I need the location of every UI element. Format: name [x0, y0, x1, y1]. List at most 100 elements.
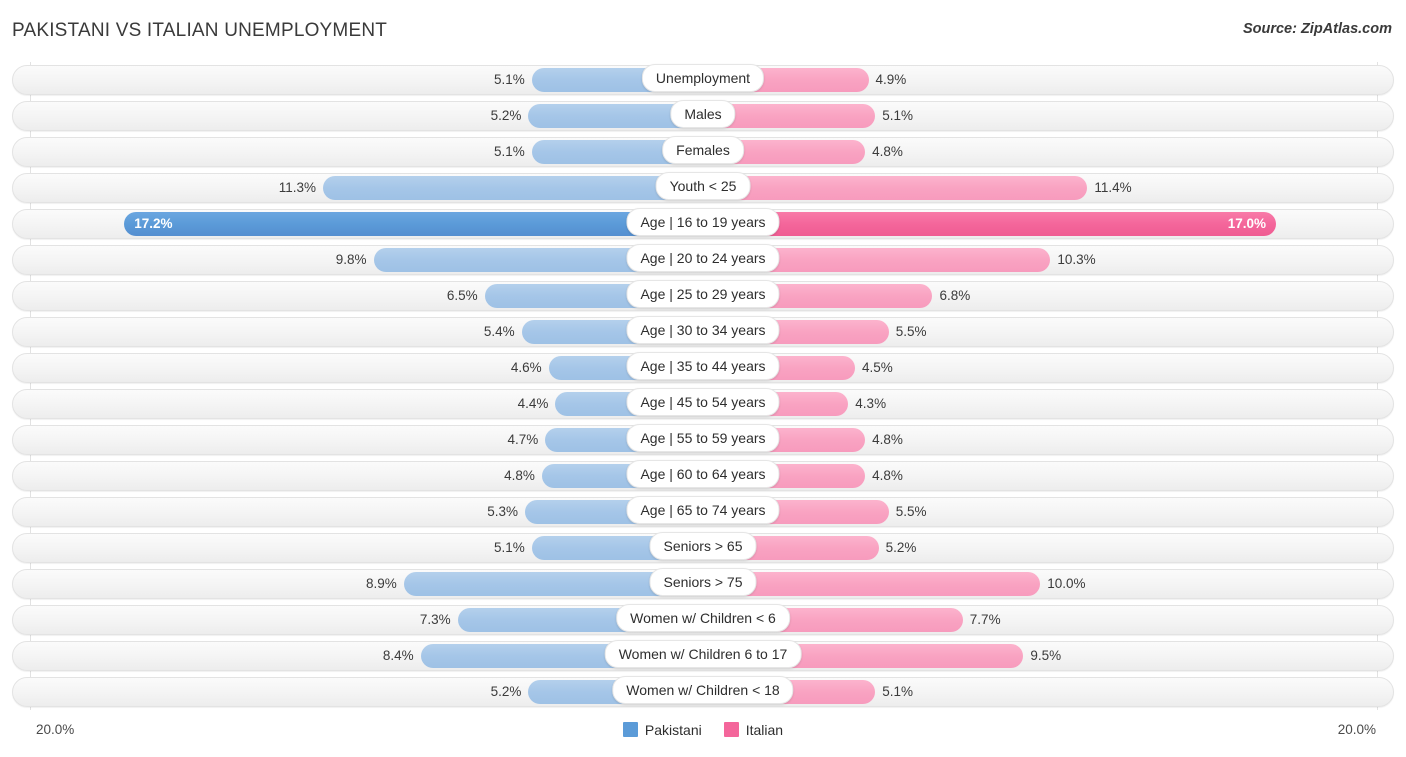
page-title: PAKISTANI VS ITALIAN UNEMPLOYMENT — [12, 20, 388, 41]
bar-row[interactable]: 5.1% 4.9% Unemployment — [0, 62, 1406, 98]
bar-row[interactable]: 5.3% 5.5% Age | 65 to 74 years — [0, 494, 1406, 530]
bar-row[interactable]: 6.5% 6.8% Age | 25 to 29 years — [0, 278, 1406, 314]
bar-value-italian: 4.8% — [872, 468, 903, 483]
legend-swatch-icon — [622, 722, 638, 737]
row-category-label: Females — [662, 136, 744, 164]
bar-half-right: 17.0% — [703, 212, 1378, 236]
bar-italian[interactable] — [703, 212, 1276, 236]
legend-label: Italian — [745, 722, 784, 738]
row-category-label: Age | 16 to 19 years — [626, 208, 780, 236]
bar-value-pakistani: 5.3% — [487, 504, 519, 519]
bar-row[interactable]: 5.1% 4.8% Females — [0, 134, 1406, 170]
row-category-label: Age | 60 to 64 years — [626, 460, 780, 488]
bar-row[interactable]: 17.2% 17.0% Age | 16 to 19 years — [0, 206, 1406, 242]
bar-value-pakistani: 4.7% — [507, 432, 539, 447]
bar-value-italian: 4.9% — [875, 72, 907, 87]
bar-value-pakistani: 11.3% — [278, 180, 316, 195]
row-category-label: Age | 55 to 59 years — [626, 424, 780, 452]
bar-row[interactable]: 5.4% 5.5% Age | 30 to 34 years — [0, 314, 1406, 350]
bar-half-right: 5.5% — [703, 500, 1378, 524]
bar-value-pakistani: 8.4% — [382, 648, 414, 663]
legend-item-italian[interactable]: Italian — [723, 722, 784, 738]
bar-pakistani[interactable] — [124, 212, 704, 236]
bar-half-right: 5.1% — [703, 104, 1378, 128]
bar-half-right: 7.7% — [703, 608, 1378, 632]
bar-value-pakistani: 8.9% — [366, 576, 397, 591]
bar-row[interactable]: 5.1% 5.2% Seniors > 65 — [0, 530, 1406, 566]
row-category-label: Age | 35 to 44 years — [626, 352, 780, 380]
bar-half-left: 4.6% — [30, 356, 704, 380]
bar-row[interactable]: 4.8% 4.8% Age | 60 to 64 years — [0, 458, 1406, 494]
bar-value-pakistani: 5.1% — [493, 144, 525, 159]
legend-label: Pakistani — [644, 722, 702, 738]
bar-half-left: 5.1% — [30, 536, 704, 560]
row-category-label: Youth < 25 — [655, 172, 751, 200]
bar-row[interactable]: 9.8% 10.3% Age | 20 to 24 years — [0, 242, 1406, 278]
bar-half-left: 9.8% — [30, 248, 704, 272]
legend-item-pakistani[interactable]: Pakistani — [622, 722, 702, 738]
bar-value-italian: 7.7% — [969, 612, 1001, 627]
bar-rows: 5.1% 4.9% Unemployment 5.2% 5.1% Males 5.1% 4.8… — [0, 62, 1406, 710]
bar-value-italian: 4.3% — [855, 396, 887, 411]
bar-value-italian: 5.5% — [895, 324, 927, 339]
bar-value-pakistani: 5.1% — [493, 540, 525, 555]
bar-half-left: 5.2% — [30, 680, 704, 704]
bar-half-left: 8.4% — [30, 644, 704, 668]
legend: Pakistani Italian — [0, 722, 1406, 738]
row-category-label: Women w/ Children 6 to 17 — [604, 640, 802, 668]
bar-half-left: 4.4% — [30, 392, 704, 416]
bar-value-pakistani: 5.2% — [490, 108, 522, 123]
bar-half-left: 5.3% — [30, 500, 704, 524]
bar-half-left: 17.2% — [30, 212, 704, 236]
bar-value-pakistani: 7.3% — [419, 612, 451, 627]
bar-half-left: 6.5% — [30, 284, 704, 308]
bar-half-right: 6.8% — [703, 284, 1378, 308]
bar-value-pakistani: 9.8% — [335, 252, 367, 267]
bar-row[interactable]: 5.2% 5.1% Women w/ Children < 18 — [0, 674, 1406, 710]
bar-value-italian: 10.3% — [1057, 252, 1096, 267]
bar-value-pakistani: 5.2% — [490, 684, 522, 699]
row-category-label: Age | 65 to 74 years — [626, 496, 780, 524]
row-category-label: Age | 45 to 54 years — [626, 388, 780, 416]
bar-row[interactable]: 11.3% 11.4% Youth < 25 — [0, 170, 1406, 206]
row-category-label: Women w/ Children < 18 — [612, 676, 794, 704]
bar-half-right: 10.3% — [703, 248, 1378, 272]
bar-value-italian: 17.0% — [1227, 216, 1266, 231]
bar-value-pakistani: 4.6% — [510, 360, 542, 375]
bar-value-pakistani: 4.4% — [517, 396, 549, 411]
bar-value-italian: 9.5% — [1030, 648, 1062, 663]
bar-half-right: 10.0% — [703, 572, 1378, 596]
row-category-label: Seniors > 75 — [649, 568, 757, 596]
bar-row[interactable]: 4.6% 4.5% Age | 35 to 44 years — [0, 350, 1406, 386]
bar-half-right: 4.8% — [703, 428, 1378, 452]
bar-pakistani[interactable] — [322, 176, 704, 200]
bar-row[interactable]: 5.2% 5.1% Males — [0, 98, 1406, 134]
bar-value-italian: 5.5% — [895, 504, 927, 519]
bar-half-left: 5.1% — [30, 68, 704, 92]
bar-half-right: 9.5% — [703, 644, 1378, 668]
source-attribution: Source: ZipAtlas.com — [1242, 21, 1392, 37]
bar-row[interactable]: 4.4% 4.3% Age | 45 to 54 years — [0, 386, 1406, 422]
bar-half-left: 8.9% — [30, 572, 704, 596]
bar-half-left: 7.3% — [30, 608, 704, 632]
bar-half-right: 5.2% — [703, 536, 1378, 560]
bar-value-italian: 10.0% — [1047, 576, 1086, 591]
bar-row[interactable]: 7.3% 7.7% Women w/ Children < 6 — [0, 602, 1406, 638]
bar-half-right: 4.5% — [703, 356, 1378, 380]
bar-italian[interactable] — [703, 176, 1088, 200]
legend-swatch-icon — [723, 722, 739, 737]
row-category-label: Women w/ Children < 6 — [616, 604, 790, 632]
bar-value-pakistani: 5.1% — [493, 72, 525, 87]
bar-value-italian: 11.4% — [1094, 180, 1132, 195]
bar-value-italian: 5.1% — [882, 108, 914, 123]
bar-value-italian: 6.8% — [939, 288, 971, 303]
bar-row[interactable]: 8.9% 10.0% Seniors > 75 — [0, 566, 1406, 602]
bar-half-right: 11.4% — [703, 176, 1378, 200]
bar-row[interactable]: 8.4% 9.5% Women w/ Children 6 to 17 — [0, 638, 1406, 674]
bar-half-left: 5.4% — [30, 320, 704, 344]
bar-value-italian: 4.8% — [872, 432, 903, 447]
row-category-label: Seniors > 65 — [649, 532, 757, 560]
bar-row[interactable]: 4.7% 4.8% Age | 55 to 59 years — [0, 422, 1406, 458]
bar-half-left: 11.3% — [30, 176, 704, 200]
bar-half-right: 4.8% — [703, 464, 1378, 488]
